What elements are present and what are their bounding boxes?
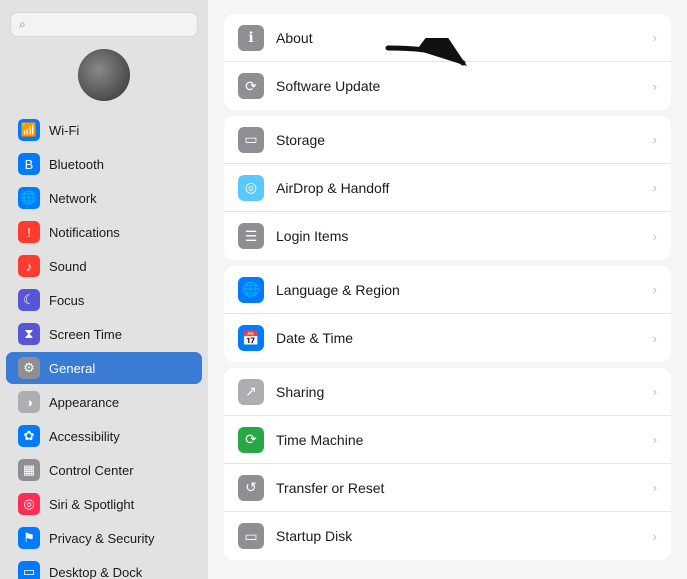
chevron-icon-startup-disk: ›	[653, 529, 657, 544]
sidebar-item-desktop-dock[interactable]: ▭ Desktop & Dock	[6, 556, 202, 579]
row-label-startup-disk: Startup Disk	[276, 528, 641, 544]
login-items-icon: ☰	[238, 223, 264, 249]
screen-time-icon: ⧗	[18, 323, 40, 345]
settings-row-sharing[interactable]: ↗ Sharing ›	[224, 368, 671, 416]
settings-row-time-machine[interactable]: ⟳ Time Machine ›	[224, 416, 671, 464]
control-center-icon: ▦	[18, 459, 40, 481]
settings-row-software-update[interactable]: ⟳ Software Update ›	[224, 62, 671, 110]
sidebar-item-notifications[interactable]: ! Notifications	[6, 216, 202, 248]
sidebar-item-control-center[interactable]: ▦ Control Center	[6, 454, 202, 486]
row-label-transfer-reset: Transfer or Reset	[276, 480, 641, 496]
settings-group-group1: ℹ About › ⟳ Software Update ›	[224, 14, 671, 110]
chevron-icon-date-time: ›	[653, 331, 657, 346]
privacy-security-icon: ⚑	[18, 527, 40, 549]
chevron-icon-transfer-reset: ›	[653, 480, 657, 495]
avatar[interactable]	[78, 49, 130, 101]
settings-row-storage[interactable]: ▭ Storage ›	[224, 116, 671, 164]
sidebar-item-focus[interactable]: ☾ Focus	[6, 284, 202, 316]
sidebar-label-privacy-security: Privacy & Security	[49, 531, 154, 546]
sidebar-label-screen-time: Screen Time	[49, 327, 122, 342]
sidebar-label-notifications: Notifications	[49, 225, 120, 240]
sidebar-item-siri-spotlight[interactable]: ◎ Siri & Spotlight	[6, 488, 202, 520]
avatar-container	[0, 45, 208, 111]
airdrop-handoff-icon: ◎	[238, 175, 264, 201]
sidebar-label-network: Network	[49, 191, 97, 206]
bluetooth-icon: B	[18, 153, 40, 175]
sidebar-label-siri-spotlight: Siri & Spotlight	[49, 497, 134, 512]
sidebar-items: 📶 Wi-Fi B Bluetooth 🌐 Network! Notifications ♪ S…	[0, 113, 208, 579]
settings-row-date-time[interactable]: 📅 Date & Time ›	[224, 314, 671, 362]
software-update-icon: ⟳	[238, 73, 264, 99]
sidebar-label-general: General	[49, 361, 95, 376]
row-label-date-time: Date & Time	[276, 330, 641, 346]
chevron-icon-language-region: ›	[653, 282, 657, 297]
sidebar-item-sound[interactable]: ♪ Sound	[6, 250, 202, 282]
chevron-icon-about: ›	[653, 30, 657, 45]
sidebar-item-network[interactable]: 🌐 Network	[6, 182, 202, 214]
siri-spotlight-icon: ◎	[18, 493, 40, 515]
row-label-time-machine: Time Machine	[276, 432, 641, 448]
appearance-icon: ◑	[18, 391, 40, 413]
search-input[interactable]	[31, 17, 189, 32]
notifications-icon: !	[18, 221, 40, 243]
sidebar-item-privacy-security[interactable]: ⚑ Privacy & Security	[6, 522, 202, 554]
row-label-storage: Storage	[276, 132, 641, 148]
row-label-airdrop-handoff: AirDrop & Handoff	[276, 180, 641, 196]
sidebar-label-appearance: Appearance	[49, 395, 119, 410]
row-label-language-region: Language & Region	[276, 282, 641, 298]
settings-group-group2: ▭ Storage › ◎ AirDrop & Handoff › ☰ Login Items…	[224, 116, 671, 260]
focus-icon: ☾	[18, 289, 40, 311]
sidebar-item-accessibility[interactable]: ✿ Accessibility	[6, 420, 202, 452]
sidebar-label-control-center: Control Center	[49, 463, 134, 478]
settings-row-airdrop-handoff[interactable]: ◎ AirDrop & Handoff ›	[224, 164, 671, 212]
chevron-icon-airdrop-handoff: ›	[653, 180, 657, 195]
startup-disk-icon: ▭	[238, 523, 264, 549]
settings-group-group3: 🌐 Language & Region › 📅 Date & Time ›	[224, 266, 671, 362]
accessibility-icon: ✿	[18, 425, 40, 447]
time-machine-icon: ⟳	[238, 427, 264, 453]
sharing-icon: ↗	[238, 379, 264, 405]
settings-row-language-region[interactable]: 🌐 Language & Region ›	[224, 266, 671, 314]
sidebar-label-bluetooth: Bluetooth	[49, 157, 104, 172]
sidebar-label-desktop-dock: Desktop & Dock	[49, 565, 142, 579]
transfer-reset-icon: ↺	[238, 475, 264, 501]
about-icon: ℹ	[238, 25, 264, 51]
chevron-icon-software-update: ›	[653, 79, 657, 94]
network-icon: 🌐	[18, 187, 40, 209]
settings-row-startup-disk[interactable]: ▭ Startup Disk ›	[224, 512, 671, 560]
language-region-icon: 🌐	[238, 277, 264, 303]
chevron-icon-time-machine: ›	[653, 432, 657, 447]
general-icon: ⚙	[18, 357, 40, 379]
settings-row-login-items[interactable]: ☰ Login Items ›	[224, 212, 671, 260]
row-label-software-update: Software Update	[276, 78, 641, 94]
sidebar-label-focus: Focus	[49, 293, 84, 308]
chevron-icon-storage: ›	[653, 132, 657, 147]
sidebar: ⌕ 📶 Wi-Fi B Bluetooth 🌐 Network! Notifications…	[0, 0, 208, 579]
sidebar-item-general[interactable]: ⚙ General	[6, 352, 202, 384]
wifi-icon: 📶	[18, 119, 40, 141]
storage-icon: ▭	[238, 127, 264, 153]
search-icon: ⌕	[19, 17, 26, 32]
desktop-dock-icon: ▭	[18, 561, 40, 579]
chevron-icon-login-items: ›	[653, 229, 657, 244]
sidebar-item-screen-time[interactable]: ⧗ Screen Time	[6, 318, 202, 350]
row-label-about: About	[276, 30, 641, 46]
sidebar-label-wifi: Wi-Fi	[49, 123, 79, 138]
settings-row-transfer-reset[interactable]: ↺ Transfer or Reset ›	[224, 464, 671, 512]
settings-row-about[interactable]: ℹ About ›	[224, 14, 671, 62]
sidebar-label-accessibility: Accessibility	[49, 429, 120, 444]
sidebar-label-sound: Sound	[49, 259, 87, 274]
sidebar-item-wifi[interactable]: 📶 Wi-Fi	[6, 114, 202, 146]
main-content: ℹ About › ⟳ Software Update › ▭ Storage › ◎ AirDro…	[208, 0, 687, 579]
sound-icon: ♪	[18, 255, 40, 277]
date-time-icon: 📅	[238, 325, 264, 351]
sidebar-item-bluetooth[interactable]: B Bluetooth	[6, 148, 202, 180]
sidebar-item-appearance[interactable]: ◑ Appearance	[6, 386, 202, 418]
row-label-sharing: Sharing	[276, 384, 641, 400]
row-label-login-items: Login Items	[276, 228, 641, 244]
chevron-icon-sharing: ›	[653, 384, 657, 399]
settings-group-group4: ↗ Sharing › ⟳ Time Machine › ↺ Transfer or Rese…	[224, 368, 671, 560]
search-bar[interactable]: ⌕	[10, 12, 198, 37]
